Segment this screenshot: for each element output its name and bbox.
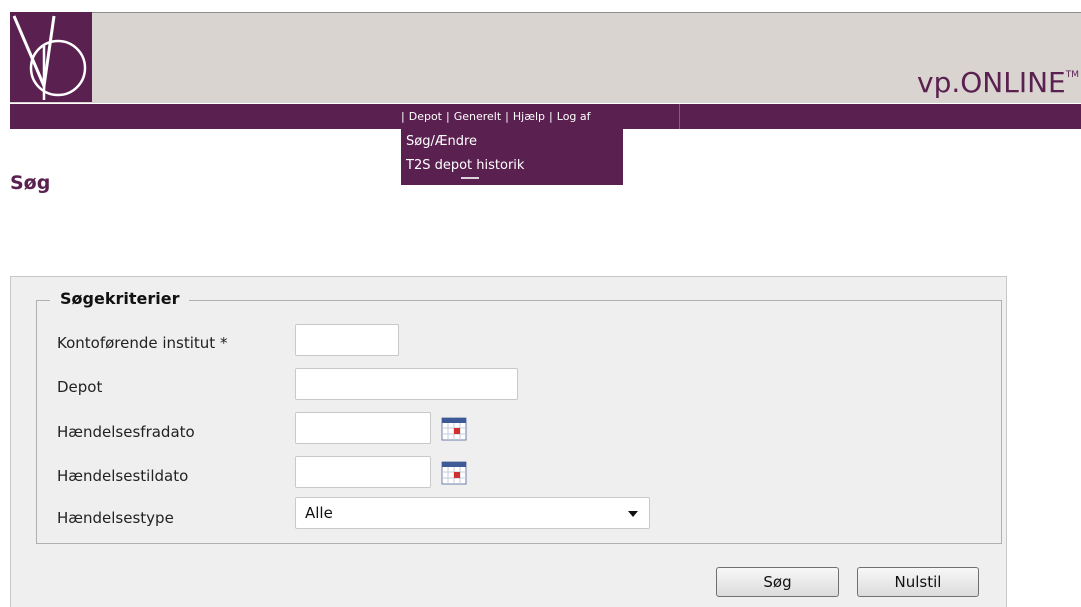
haendelsestype-label: Hændelsestype	[57, 509, 174, 527]
menu-separator: |	[445, 110, 450, 123]
tildato-input[interactable]	[295, 456, 431, 488]
menu-separator: |	[549, 110, 553, 123]
brand-trademark: TM	[1065, 70, 1079, 80]
calendar-icon[interactable]	[441, 461, 467, 485]
fradato-label: Hændelsesfradato	[57, 423, 195, 441]
menu-separator: |	[401, 110, 405, 123]
fieldset-legend: Søgekriterier	[50, 289, 190, 308]
menu-item-hjaelp[interactable]: Hjælp	[513, 110, 545, 123]
menu-item-log-af[interactable]: Log af	[557, 110, 591, 123]
haendelsestype-selected-value: Alle	[305, 504, 333, 522]
dropdown-clipped-item	[461, 177, 479, 185]
tildato-label: Hændelsestildato	[57, 467, 189, 485]
vp-logo-mark	[12, 15, 87, 100]
depot-dropdown-menu: Søg/Ændre T2S depot historik	[401, 129, 623, 185]
depot-input[interactable]	[295, 368, 518, 400]
menu-separator: |	[505, 110, 509, 123]
institut-label: Kontoførende institut *	[57, 334, 228, 352]
menu-item-generelt[interactable]: Generelt	[454, 110, 501, 123]
depot-label: Depot	[57, 378, 103, 396]
dropdown-item-t2s-depot-historik[interactable]: T2S depot historik	[401, 155, 623, 177]
vp-logo	[10, 12, 92, 102]
reset-button[interactable]: Nulstil	[857, 567, 979, 597]
fradato-input[interactable]	[295, 412, 431, 444]
menu-item-depot[interactable]: Depot	[409, 110, 442, 123]
haendelsestype-select[interactable]: Alle	[295, 497, 650, 529]
brand-name: vp.ONLINETM	[917, 66, 1079, 99]
institut-input[interactable]	[295, 324, 399, 356]
page-title: Søg	[10, 172, 51, 194]
calendar-icon[interactable]	[441, 417, 467, 441]
chevron-down-icon	[628, 511, 638, 517]
menu-end-divider	[679, 104, 680, 129]
main-menu: | Depot | Generelt | Hjælp | Log af	[397, 104, 591, 129]
search-button[interactable]: Søg	[716, 567, 839, 597]
dropdown-item-soeg-aendre[interactable]: Søg/Ændre	[401, 131, 623, 153]
brand-text: vp.ONLINE	[917, 66, 1066, 99]
